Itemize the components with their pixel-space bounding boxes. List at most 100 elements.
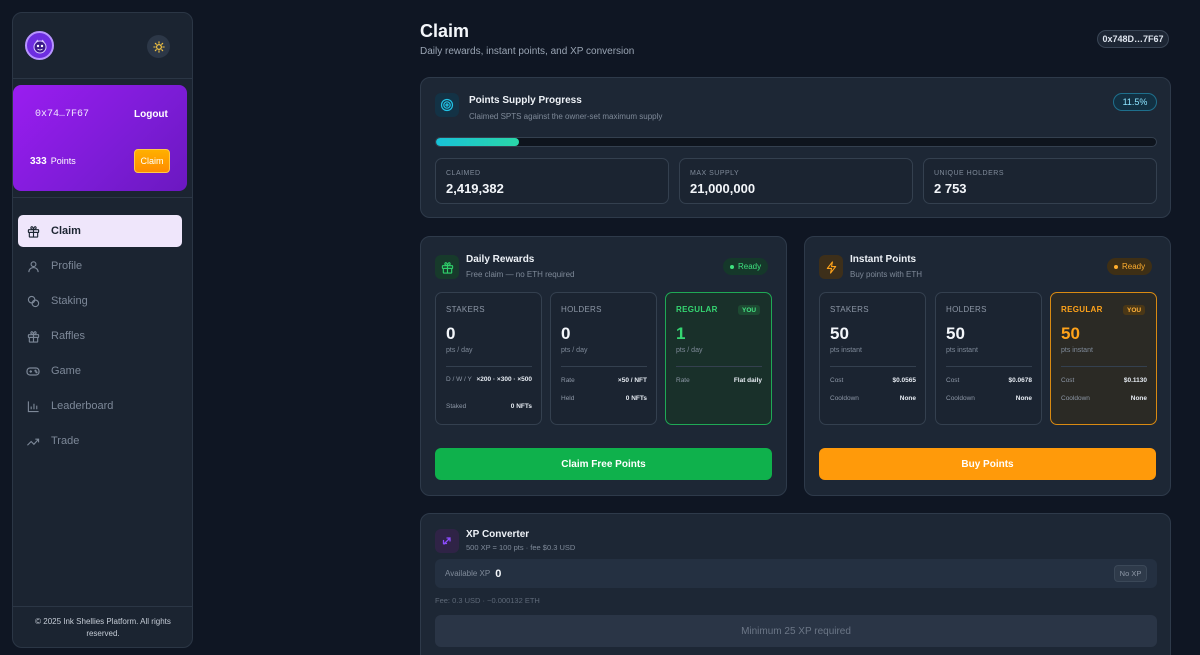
tier-row-value: ×200 · ×300 · ×500: [476, 376, 532, 383]
buy-points-button[interactable]: Buy Points: [819, 448, 1156, 480]
logo-icon[interactable]: [25, 31, 54, 60]
supply-percent-badge: 11.5%: [1113, 93, 1157, 111]
xp-title: XP Converter: [466, 529, 530, 540]
daily-tier-regular: REGULAR YOU 1 pts / day Rate Flat daily: [665, 292, 772, 425]
tier-row-key: Held: [561, 395, 575, 402]
stat-value: 2 753: [934, 181, 967, 196]
tier-row-value: 0 NFTs: [625, 395, 647, 402]
convert-xp-button[interactable]: Minimum 25 XP required: [435, 615, 1157, 647]
tier-row-value: $0.0565: [892, 377, 917, 384]
instant-subtitle: Buy points with ETH: [850, 270, 923, 279]
tier-unit: pts instant: [830, 347, 862, 354]
tier-row-key: Cooldown: [946, 395, 975, 402]
sidebar-item-trade[interactable]: Trade: [18, 425, 182, 457]
user-points: 333 Points: [30, 156, 76, 167]
tier-value: 50: [1061, 324, 1080, 343]
tier-name: REGULAR: [1061, 305, 1103, 314]
sidebar-item-label: Trade: [51, 435, 80, 447]
tier-row-value: $0.1130: [1123, 377, 1147, 384]
tier-name: HOLDERS: [561, 305, 602, 314]
daily-status-text: Ready: [738, 262, 762, 271]
claim-free-points-button[interactable]: Claim Free Points: [435, 448, 772, 480]
daily-title: Daily Rewards: [466, 254, 535, 265]
supply-title: Points Supply Progress: [469, 95, 582, 106]
stat-value: 2,419,382: [446, 181, 504, 196]
status-dot: [1114, 264, 1118, 269]
lightning-icon: [819, 255, 843, 279]
tier-row-value: None: [899, 395, 916, 402]
gamepad-icon: [26, 364, 40, 378]
tier-row-value: Flat daily: [733, 377, 762, 384]
stat-label: MAX SUPPLY: [690, 170, 740, 177]
tier-row-key: Staked: [446, 403, 467, 410]
xp-amount-input[interactable]: Available XP 0 No XP: [435, 559, 1157, 588]
stat-label: UNIQUE HOLDERS: [934, 170, 1005, 177]
tier-row: Rate Flat daily: [676, 377, 762, 384]
sidebar-footer-divider: [13, 606, 192, 607]
tier-row-key: Rate: [561, 377, 575, 384]
coins-icon: [26, 294, 40, 308]
tier-value: 0: [446, 324, 456, 343]
stat-claimed: CLAIMED 2,419,382: [435, 158, 669, 204]
gift-icon: [26, 224, 40, 238]
tier-row: Cooldown None: [946, 395, 1032, 402]
user-card: 0x74…7F67 Logout 333 Points Claim: [13, 85, 187, 191]
stat-label: CLAIMED: [446, 170, 481, 177]
tier-divider: [946, 366, 1032, 367]
tier-row: Rate ×50 / NFT: [561, 377, 647, 384]
tier-row-key: Rate: [676, 377, 690, 384]
tier-row-key: Cooldown: [1061, 395, 1090, 402]
sidebar-item-label: Staking: [51, 295, 88, 307]
available-xp-value: 0: [495, 567, 502, 580]
tier-row: D / W / Y ×200 · ×300 · ×500: [446, 376, 532, 383]
sidebar-claim-button[interactable]: Claim: [134, 149, 170, 173]
tier-value: 50: [946, 324, 965, 343]
you-badge: YOU: [1123, 305, 1146, 315]
instant-tier-holders: HOLDERS 50 pts instant Cost $0.0678 Coold…: [935, 292, 1042, 425]
page-title: Claim: [420, 21, 470, 41]
instant-points-card: Instant Points Buy points with ETH Ready…: [804, 236, 1171, 496]
sidebar-item-profile[interactable]: Profile: [18, 250, 182, 282]
supply-progress-bar: [435, 137, 1157, 147]
tier-row: Cooldown None: [1061, 395, 1147, 402]
theme-toggle-sun-icon[interactable]: [147, 35, 170, 58]
available-xp-label: Available XP: [445, 569, 491, 578]
gift-icon: [26, 329, 40, 343]
sidebar-item-label: Game: [51, 365, 81, 377]
xp-fee-text: Fee: 0.3 USD · ~0.000132 ETH: [435, 596, 540, 605]
sidebar-item-game[interactable]: Game: [18, 355, 182, 387]
user-points-value: 333: [30, 156, 47, 167]
logout-button[interactable]: Logout: [134, 109, 168, 120]
tier-row-value: $0.0678: [1008, 377, 1033, 384]
bar-chart-icon: [26, 399, 40, 413]
tier-row-value: 0 NFTs: [510, 403, 532, 410]
instant-status-badge: Ready: [1107, 258, 1153, 275]
tier-unit: pts instant: [946, 347, 978, 354]
wallet-address-badge[interactable]: 0x748D…7F67: [1097, 30, 1169, 48]
sidebar-item-label: Claim: [51, 225, 81, 237]
tier-row: Held 0 NFTs: [561, 395, 647, 402]
user-points-label: Points: [50, 156, 76, 166]
tier-name: HOLDERS: [946, 305, 987, 314]
no-xp-button[interactable]: No XP: [1114, 565, 1147, 582]
trending-up-icon: [26, 434, 40, 448]
daily-tier-holders: HOLDERS 0 pts / day Rate ×50 / NFT Held 0 …: [550, 292, 657, 425]
page-subtitle: Daily rewards, instant points, and XP co…: [420, 46, 635, 57]
sidebar-item-leaderboard[interactable]: Leaderboard: [18, 390, 182, 422]
tier-row: Cost $0.0565: [830, 377, 916, 384]
tier-unit: pts / day: [561, 347, 588, 354]
tier-value: 50: [830, 324, 849, 343]
target-icon: [435, 93, 459, 117]
tier-name: STAKERS: [830, 305, 869, 314]
tier-row: Staked 0 NFTs: [446, 403, 532, 410]
tier-unit: pts / day: [446, 347, 473, 354]
sidebar-footer: © 2025 Ink Shellies Platform. All rights…: [35, 617, 171, 638]
sidebar: 0x74…7F67 Logout 333 Points Claim Claim P…: [12, 12, 193, 648]
tier-name: REGULAR: [676, 305, 718, 314]
sidebar-item-raffles[interactable]: Raffles: [18, 320, 182, 352]
tier-divider: [1061, 366, 1147, 367]
sidebar-item-staking[interactable]: Staking: [18, 285, 182, 317]
tier-row-value: None: [1130, 395, 1147, 402]
sidebar-item-claim[interactable]: Claim: [18, 215, 182, 247]
tier-row-key: Cost: [1061, 377, 1075, 384]
